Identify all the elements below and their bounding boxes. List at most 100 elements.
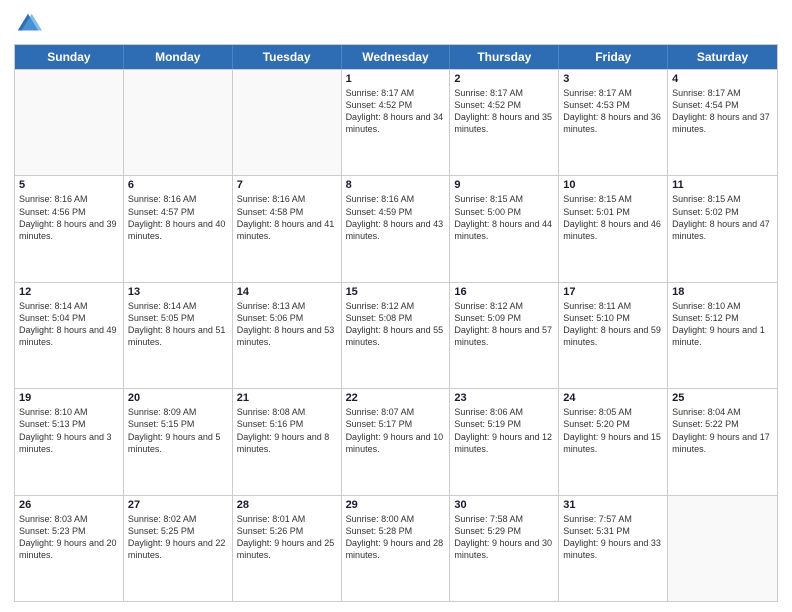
calendar-cell: 29 Sunrise: 8:00 AM Sunset: 5:28 PM Dayli… [342,496,451,601]
cell-info: Sunrise: 7:58 AM Sunset: 5:29 PM Dayligh… [454,513,554,562]
calendar-cell: 23 Sunrise: 8:06 AM Sunset: 5:19 PM Dayli… [450,389,559,494]
cell-info: Sunrise: 8:05 AM Sunset: 5:20 PM Dayligh… [563,406,663,455]
cell-day-number: 10 [563,179,663,191]
calendar-cell: 14Sunrise: 8:13 AM Sunset: 5:06 PM Dayli… [233,283,342,388]
cell-info: Sunrise: 8:17 AM Sunset: 4:53 PM Dayligh… [563,87,663,136]
logo-icon [14,10,42,38]
calendar-cell: 12Sunrise: 8:14 AM Sunset: 5:04 PM Dayli… [15,283,124,388]
calendar-cell: 2 Sunrise: 8:17 AM Sunset: 4:52 PM Daylig… [450,70,559,175]
cell-day-number: 23 [454,392,554,404]
cell-day-number: 1 [346,73,446,85]
calendar-row: 1 Sunrise: 8:17 AM Sunset: 4:52 PM Daylig… [15,69,777,175]
cell-info: Sunrise: 8:17 AM Sunset: 4:52 PM Dayligh… [454,87,554,136]
cell-info: Sunrise: 8:17 AM Sunset: 4:52 PM Dayligh… [346,87,446,136]
cell-day-number: 26 [19,499,119,511]
calendar-cell: 16 Sunrise: 8:12 AM Sunset: 5:09 PM Dayli… [450,283,559,388]
calendar-cell: 24 Sunrise: 8:05 AM Sunset: 5:20 PM Dayli… [559,389,668,494]
cell-info: Sunrise: 8:06 AM Sunset: 5:19 PM Dayligh… [454,406,554,455]
cell-day-number: 18 [672,286,773,298]
cell-info: Sunrise: 8:15 AM Sunset: 5:01 PM Dayligh… [563,193,663,242]
calendar-cell [668,496,777,601]
cell-info: Sunrise: 8:15 AM Sunset: 5:02 PM Dayligh… [672,193,773,242]
calendar-row: 19Sunrise: 8:10 AM Sunset: 5:13 PM Dayli… [15,388,777,494]
calendar-cell: 4 Sunrise: 8:17 AM Sunset: 4:54 PM Daylig… [668,70,777,175]
cell-info: Sunrise: 8:10 AM Sunset: 5:12 PM Dayligh… [672,300,773,349]
cell-day-number: 9 [454,179,554,191]
cell-day-number: 13 [128,286,228,298]
cell-day-number: 15 [346,286,446,298]
cell-day-number: 5 [19,179,119,191]
cell-info: Sunrise: 8:16 AM Sunset: 4:59 PM Dayligh… [346,193,446,242]
calendar-cell: 27 Sunrise: 8:02 AM Sunset: 5:25 PM Dayli… [124,496,233,601]
weekday-header: Tuesday [233,45,342,69]
cell-info: Sunrise: 8:16 AM Sunset: 4:57 PM Dayligh… [128,193,228,242]
calendar-cell: 19Sunrise: 8:10 AM Sunset: 5:13 PM Dayli… [15,389,124,494]
calendar-cell: 26 Sunrise: 8:03 AM Sunset: 5:23 PM Dayli… [15,496,124,601]
weekday-header: Wednesday [342,45,451,69]
page: SundayMondayTuesdayWednesdayThursdayFrid… [0,0,792,612]
cell-day-number: 25 [672,392,773,404]
cell-info: Sunrise: 8:00 AM Sunset: 5:28 PM Dayligh… [346,513,446,562]
cell-info: Sunrise: 8:17 AM Sunset: 4:54 PM Dayligh… [672,87,773,136]
weekday-header: Saturday [668,45,777,69]
cell-day-number: 24 [563,392,663,404]
cell-info: Sunrise: 8:02 AM Sunset: 5:25 PM Dayligh… [128,513,228,562]
cell-day-number: 2 [454,73,554,85]
calendar-cell: 3 Sunrise: 8:17 AM Sunset: 4:53 PM Daylig… [559,70,668,175]
calendar-cell: 25 Sunrise: 8:04 AM Sunset: 5:22 PM Dayli… [668,389,777,494]
calendar-cell: 18 Sunrise: 8:10 AM Sunset: 5:12 PM Dayli… [668,283,777,388]
cell-day-number: 8 [346,179,446,191]
calendar-cell: 11 Sunrise: 8:15 AM Sunset: 5:02 PM Dayli… [668,176,777,281]
cell-info: Sunrise: 8:03 AM Sunset: 5:23 PM Dayligh… [19,513,119,562]
cell-day-number: 21 [237,392,337,404]
cell-day-number: 27 [128,499,228,511]
calendar-cell: 21 Sunrise: 8:08 AM Sunset: 5:16 PM Dayli… [233,389,342,494]
cell-info: Sunrise: 8:07 AM Sunset: 5:17 PM Dayligh… [346,406,446,455]
cell-day-number: 30 [454,499,554,511]
weekday-header: Sunday [15,45,124,69]
cell-info: Sunrise: 8:08 AM Sunset: 5:16 PM Dayligh… [237,406,337,455]
cell-info: Sunrise: 8:15 AM Sunset: 5:00 PM Dayligh… [454,193,554,242]
cell-info: Sunrise: 8:01 AM Sunset: 5:26 PM Dayligh… [237,513,337,562]
calendar-cell [233,70,342,175]
cell-info: Sunrise: 8:14 AM Sunset: 5:05 PM Dayligh… [128,300,228,349]
cell-day-number: 11 [672,179,773,191]
calendar-row: 5 Sunrise: 8:16 AM Sunset: 4:56 PM Daylig… [15,175,777,281]
cell-info: Sunrise: 8:04 AM Sunset: 5:22 PM Dayligh… [672,406,773,455]
cell-info: Sunrise: 8:11 AM Sunset: 5:10 PM Dayligh… [563,300,663,349]
cell-info: Sunrise: 8:13 AM Sunset: 5:06 PM Dayligh… [237,300,337,349]
logo [14,10,46,38]
weekday-header: Thursday [450,45,559,69]
calendar-header: SundayMondayTuesdayWednesdayThursdayFrid… [15,45,777,69]
cell-day-number: 3 [563,73,663,85]
weekday-header: Monday [124,45,233,69]
cell-info: Sunrise: 8:10 AM Sunset: 5:13 PM Dayligh… [19,406,119,455]
calendar-cell: 10 Sunrise: 8:15 AM Sunset: 5:01 PM Dayli… [559,176,668,281]
calendar-cell: 17Sunrise: 8:11 AM Sunset: 5:10 PM Dayli… [559,283,668,388]
calendar-cell: 30 Sunrise: 7:58 AM Sunset: 5:29 PM Dayli… [450,496,559,601]
calendar-cell: 13 Sunrise: 8:14 AM Sunset: 5:05 PM Dayli… [124,283,233,388]
calendar-cell: 28Sunrise: 8:01 AM Sunset: 5:26 PM Dayli… [233,496,342,601]
calendar-cell: 31Sunrise: 7:57 AM Sunset: 5:31 PM Dayli… [559,496,668,601]
calendar-row: 26 Sunrise: 8:03 AM Sunset: 5:23 PM Dayli… [15,495,777,601]
calendar: SundayMondayTuesdayWednesdayThursdayFrid… [14,44,778,602]
calendar-cell: 22Sunrise: 8:07 AM Sunset: 5:17 PM Dayli… [342,389,451,494]
calendar-cell: 5 Sunrise: 8:16 AM Sunset: 4:56 PM Daylig… [15,176,124,281]
cell-day-number: 16 [454,286,554,298]
cell-day-number: 31 [563,499,663,511]
calendar-cell [124,70,233,175]
cell-day-number: 29 [346,499,446,511]
calendar-cell [15,70,124,175]
cell-info: Sunrise: 8:09 AM Sunset: 5:15 PM Dayligh… [128,406,228,455]
calendar-row: 12Sunrise: 8:14 AM Sunset: 5:04 PM Dayli… [15,282,777,388]
cell-info: Sunrise: 8:12 AM Sunset: 5:09 PM Dayligh… [454,300,554,349]
cell-info: Sunrise: 8:16 AM Sunset: 4:56 PM Dayligh… [19,193,119,242]
cell-day-number: 20 [128,392,228,404]
header [14,10,778,38]
calendar-body: 1 Sunrise: 8:17 AM Sunset: 4:52 PM Daylig… [15,69,777,601]
cell-day-number: 7 [237,179,337,191]
cell-info: Sunrise: 8:16 AM Sunset: 4:58 PM Dayligh… [237,193,337,242]
cell-day-number: 4 [672,73,773,85]
calendar-cell: 7 Sunrise: 8:16 AM Sunset: 4:58 PM Daylig… [233,176,342,281]
calendar-cell: 20 Sunrise: 8:09 AM Sunset: 5:15 PM Dayli… [124,389,233,494]
